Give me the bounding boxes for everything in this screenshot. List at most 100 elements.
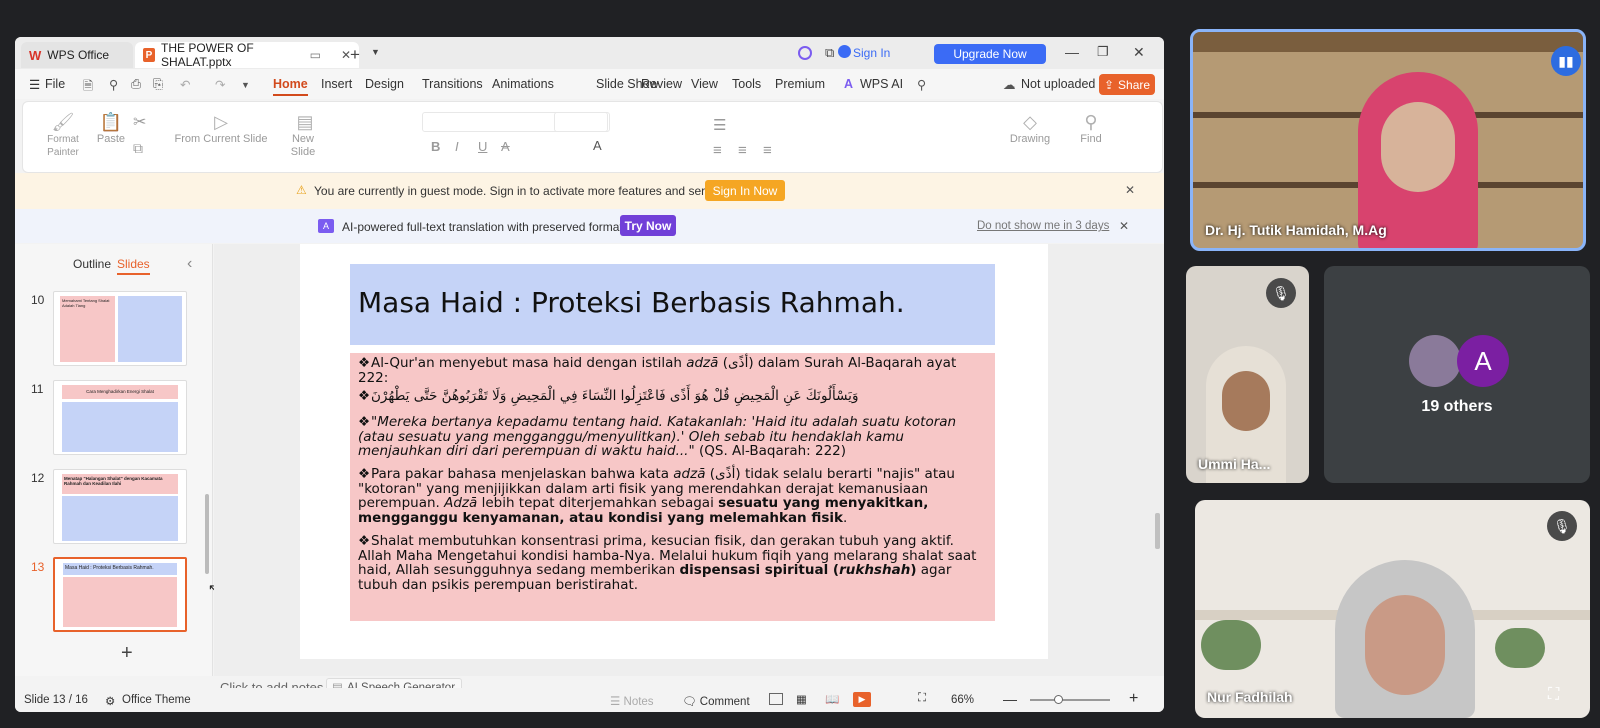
restore-icon[interactable]: ❐ [1097, 44, 1109, 60]
add-slide-icon[interactable]: + [121, 642, 133, 665]
strikethrough-icon[interactable]: A [501, 139, 510, 154]
participant-tile-speaker[interactable]: ▮▮ Dr. Hj. Tutik Hamidah, M.Ag [1190, 29, 1586, 251]
close-window-icon[interactable]: ✕ [1133, 44, 1145, 61]
play-icon: ▷ [214, 112, 228, 132]
slide-title-box[interactable]: Masa Haid : Proteksi Berbasis Rahmah. [350, 264, 995, 345]
menu-tools[interactable]: Tools [732, 77, 761, 91]
undo-icon[interactable]: ↶ [180, 77, 190, 92]
redo-icon[interactable]: ↷ [215, 77, 225, 92]
sign-in-link[interactable]: Sign In [853, 46, 890, 60]
slide-thumbnail-10[interactable]: Memahami Tentang Shalat Adalah Tiang [53, 291, 187, 366]
slide-13[interactable]: Masa Haid : Proteksi Berbasis Rahmah. ❖A… [300, 244, 1048, 659]
find-button[interactable]: ⚲ Find [1071, 112, 1111, 145]
zoom-out-icon[interactable]: — [1003, 691, 1017, 707]
panel-scrollbar[interactable] [205, 494, 209, 574]
guest-mode-banner: ⚠ You are currently in guest mode. Sign … [15, 173, 1164, 209]
align-center-icon[interactable]: ≡ [738, 142, 747, 159]
print-preview-icon[interactable]: ⎘ [153, 77, 163, 92]
copy-icon[interactable]: ⧉ [133, 140, 143, 157]
save-icon[interactable]: 🗎 [83, 77, 93, 98]
menu-animations[interactable]: Animations [492, 77, 554, 91]
slide-number: 12 [31, 471, 45, 485]
close-ai-banner-icon[interactable]: ✕ [1119, 219, 1129, 233]
tab-document[interactable]: P THE POWER OF SHALAT.pptx ▭ ✕ [135, 41, 359, 69]
zoom-in-icon[interactable]: + [1129, 690, 1138, 708]
thumb-title: Masa Haid : Proteksi Berbasis Rahmah. [65, 565, 154, 571]
slide-thumbnail-11[interactable]: Cara Menghadirkan Energi Shalat [53, 380, 187, 455]
font-size-select[interactable] [554, 112, 608, 132]
bullet-5: ❖Shalat membutuhkan konsentrasi prima, k… [358, 534, 988, 592]
try-now-button[interactable]: Try Now [620, 215, 676, 236]
fit-window-icon[interactable]: ⛶ [918, 692, 926, 705]
window-layout-icon[interactable]: ⧉ [825, 45, 834, 61]
tab-wps-office[interactable]: W WPS Office [21, 42, 133, 68]
share-button[interactable]: ⇪ Share [1099, 74, 1155, 95]
drawing-button[interactable]: ◇ Drawing [1005, 112, 1055, 145]
close-banner-icon[interactable]: ✕ [1125, 183, 1135, 197]
participant-tile[interactable]: 🎙 ⛶ Nur Fadhilah [1195, 500, 1590, 718]
notes-toggle[interactable]: ☰ Notes [610, 694, 654, 708]
others-tile[interactable]: A 19 others [1324, 266, 1590, 483]
not-uploaded-status[interactable]: Not uploaded [1021, 77, 1095, 91]
reading-view-icon[interactable]: 📖 [825, 692, 839, 706]
ai-assistant-icon[interactable] [798, 46, 812, 60]
underline-icon[interactable]: U [478, 139, 487, 154]
chevron-down-icon[interactable]: ▼ [371, 47, 380, 57]
thumb-block [62, 402, 178, 452]
new-slide-button[interactable]: ▤ New Slide [289, 112, 321, 159]
cut-icon[interactable]: ✂ [133, 112, 146, 132]
bullet-list-icon[interactable]: ☰ [713, 116, 726, 134]
bullet-3: ❖"Mereka bertanya kepadamu tentang haid.… [358, 415, 988, 459]
menu-wps-ai[interactable]: WPS AI [860, 77, 903, 91]
tab-outline[interactable]: Outline [73, 257, 111, 271]
minimize-icon[interactable]: — [1065, 44, 1079, 60]
menu-file[interactable]: File [45, 77, 65, 91]
participant-tile[interactable]: 🎙 Ummi Ha... [1186, 266, 1309, 483]
menu-premium[interactable]: Premium [775, 77, 825, 91]
search-doc-icon[interactable]: ⚲ [109, 77, 118, 92]
slide-thumbnail-13[interactable]: Masa Haid : Proteksi Berbasis Rahmah. [53, 557, 187, 632]
menu-view[interactable]: View [691, 77, 718, 91]
bullet-1: ❖Al-Qur'an menyebut masa haid dengan ist… [358, 356, 988, 385]
slideshow-play-icon[interactable]: ▶ [853, 692, 871, 707]
slide-number: 13 [31, 560, 45, 574]
new-tab-icon[interactable]: + [350, 45, 360, 65]
slide-thumbnail-12[interactable]: Menatap "Halangan Shalat" dengan Kacamat… [53, 469, 187, 544]
slide-body-box[interactable]: ❖Al-Qur'an menyebut masa haid dengan ist… [350, 353, 995, 621]
zoom-slider-handle[interactable] [1054, 695, 1063, 704]
print-icon[interactable]: ⎙ [131, 77, 141, 92]
tab-slides[interactable]: Slides [117, 257, 150, 275]
from-current-slide-button[interactable]: ▷ From Current Slide [171, 112, 271, 145]
search-icon[interactable]: ⚲ [917, 77, 926, 92]
more-chevron-icon[interactable]: ▼ [241, 80, 250, 90]
paste-button[interactable]: 📋 Paste [91, 112, 131, 145]
format-painter-button[interactable]: 🖌 Format Painter [43, 112, 83, 159]
menu-insert[interactable]: Insert [321, 77, 352, 91]
align-left-icon[interactable]: ≡ [713, 142, 722, 159]
theme-name[interactable]: Office Theme [122, 694, 191, 706]
menu-design[interactable]: Design [365, 77, 404, 91]
font-color-icon[interactable]: A [593, 138, 602, 153]
menu-review[interactable]: Review [641, 77, 682, 91]
menu-home[interactable]: Home [273, 77, 308, 96]
comment-button[interactable]: 🗨 Comment [682, 694, 750, 708]
arabic-verse: وَيَسْأَلُونَكَ عَنِ الْمَحِيضِ قُلْ هُو… [371, 388, 859, 404]
presentation-icon: P [143, 48, 155, 62]
speaking-indicator-icon: ▮▮ [1551, 46, 1581, 76]
upgrade-button[interactable]: Upgrade Now [934, 44, 1046, 64]
canvas-scrollbar[interactable] [1155, 513, 1160, 549]
zoom-level[interactable]: 66% [951, 694, 974, 706]
zoom-slider[interactable] [1030, 699, 1110, 701]
dont-show-link[interactable]: Do not show me in 3 days [977, 220, 1109, 232]
normal-view-icon[interactable] [769, 693, 783, 705]
italic-icon[interactable]: I [455, 139, 459, 154]
format-painter-label: Format Painter [47, 134, 79, 158]
hamburger-icon[interactable]: ☰ [29, 77, 40, 92]
fullscreen-icon[interactable]: ⛶ [1548, 686, 1559, 704]
align-right-icon[interactable]: ≡ [763, 142, 772, 159]
sign-in-now-button[interactable]: Sign In Now [705, 180, 785, 201]
grid-view-icon[interactable]: ▦ [796, 692, 807, 706]
bold-icon[interactable]: B [431, 139, 440, 154]
collapse-panel-icon[interactable]: ‹ [187, 255, 192, 273]
menu-transitions[interactable]: Transitions [422, 77, 483, 91]
